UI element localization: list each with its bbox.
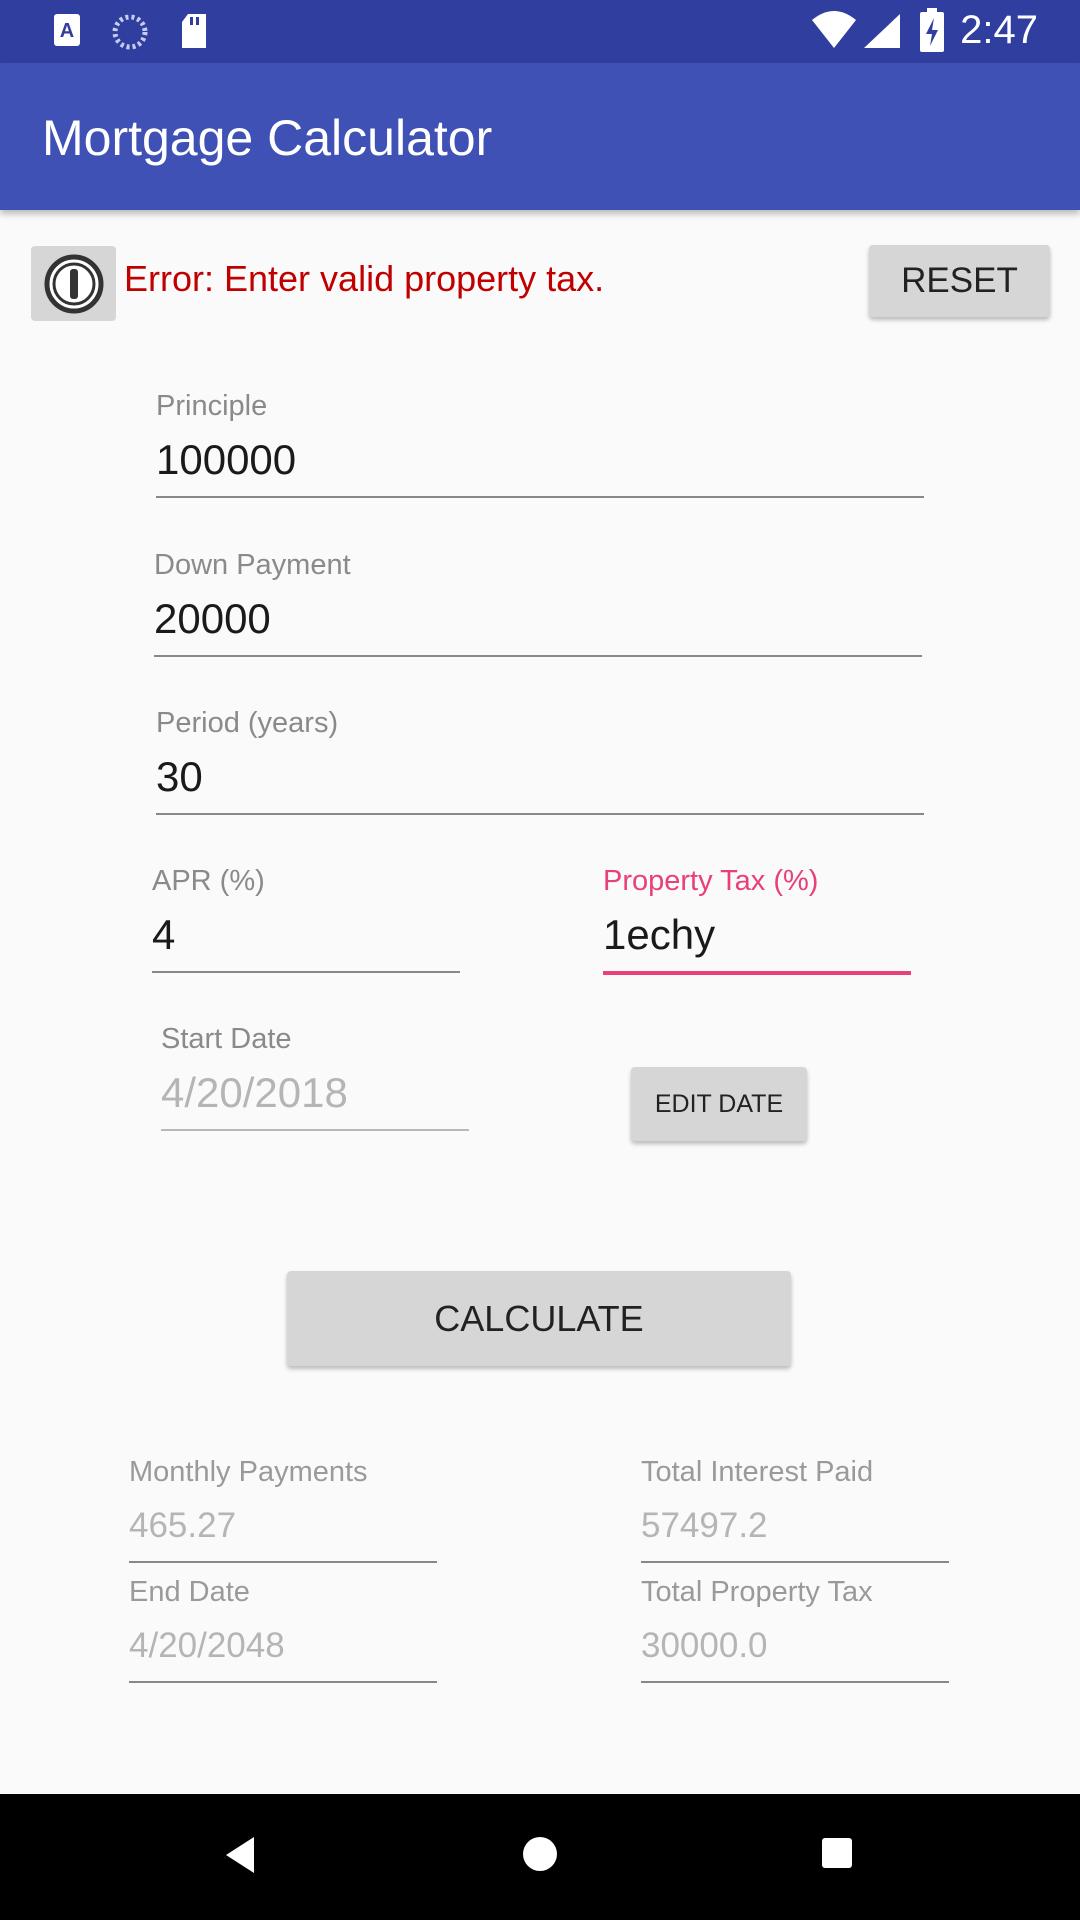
end-date-field: End Date 4/20/2048 [129, 1576, 437, 1684]
total-property-tax-underline [641, 1681, 949, 1683]
total-interest-value: 57497.2 [641, 1506, 768, 1545]
signal-icon [862, 12, 902, 55]
error-message: Error: Enter valid property tax. [124, 258, 605, 299]
reset-button[interactable]: RESET [869, 245, 1050, 317]
down-payment-underline [154, 655, 922, 657]
a-notification-icon: A [52, 12, 84, 53]
apr-input[interactable]: 4 [152, 911, 175, 959]
principle-field[interactable]: Principle 100000 [156, 390, 924, 500]
total-interest-label: Total Interest Paid [641, 1456, 874, 1488]
apr-field[interactable]: APR (%) 4 [152, 865, 460, 975]
period-underline [156, 813, 924, 815]
principle-label: Principle [156, 390, 268, 422]
status-bar: A 2:47 [0, 0, 1080, 63]
start-date-value: 4/20/2018 [161, 1069, 348, 1116]
monthly-payments-label: Monthly Payments [129, 1456, 368, 1488]
sd-card-icon [178, 12, 210, 55]
end-date-value: 4/20/2048 [129, 1626, 285, 1665]
start-date-field: Start Date 4/20/2018 [161, 1023, 469, 1133]
total-property-tax-field: Total Property Tax 30000.0 [641, 1576, 949, 1684]
svg-text:A: A [60, 20, 74, 42]
app-title: Mortgage Calculator [42, 110, 493, 166]
back-icon[interactable] [222, 1834, 258, 1881]
monthly-payments-value: 465.27 [129, 1506, 237, 1545]
property-tax-field[interactable]: Property Tax (%) 1echy [603, 865, 911, 977]
total-interest-field: Total Interest Paid 57497.2 [641, 1456, 949, 1564]
property-tax-label: Property Tax (%) [603, 865, 819, 897]
info-icon [44, 254, 103, 313]
start-date-underline [161, 1129, 469, 1131]
principle-underline [156, 496, 924, 498]
status-time: 2:47 [960, 8, 1038, 52]
apr-label: APR (%) [152, 865, 265, 897]
edit-date-button[interactable]: EDIT DATE [631, 1067, 807, 1141]
property-tax-input[interactable]: 1echy [603, 911, 715, 959]
down-payment-field[interactable]: Down Payment 20000 [154, 549, 922, 659]
calculate-button[interactable]: CALCULATE [287, 1271, 791, 1366]
battery-charging-icon [918, 8, 946, 59]
home-icon[interactable] [521, 1835, 559, 1878]
principle-input[interactable]: 100000 [156, 436, 296, 484]
monthly-payments-underline [129, 1561, 437, 1563]
period-input[interactable]: 30 [156, 753, 203, 801]
total-interest-underline [641, 1561, 949, 1563]
total-property-tax-value: 30000.0 [641, 1626, 768, 1665]
period-label: Period (years) [156, 707, 339, 739]
app-bar: Mortgage Calculator [0, 63, 1080, 210]
monthly-payments-field: Monthly Payments 465.27 [129, 1456, 437, 1564]
start-date-label: Start Date [161, 1023, 292, 1055]
wifi-icon [810, 10, 858, 55]
end-date-underline [129, 1681, 437, 1683]
navigation-bar [0, 1794, 1080, 1920]
down-payment-label: Down Payment [154, 549, 351, 581]
apr-underline [152, 971, 460, 973]
total-property-tax-label: Total Property Tax [641, 1576, 873, 1608]
sync-icon [110, 12, 150, 57]
info-button[interactable] [31, 246, 116, 321]
property-tax-underline [603, 971, 911, 975]
recents-icon[interactable] [820, 1836, 854, 1875]
down-payment-input[interactable]: 20000 [154, 595, 271, 643]
end-date-label: End Date [129, 1576, 250, 1608]
period-field[interactable]: Period (years) 30 [156, 707, 924, 817]
